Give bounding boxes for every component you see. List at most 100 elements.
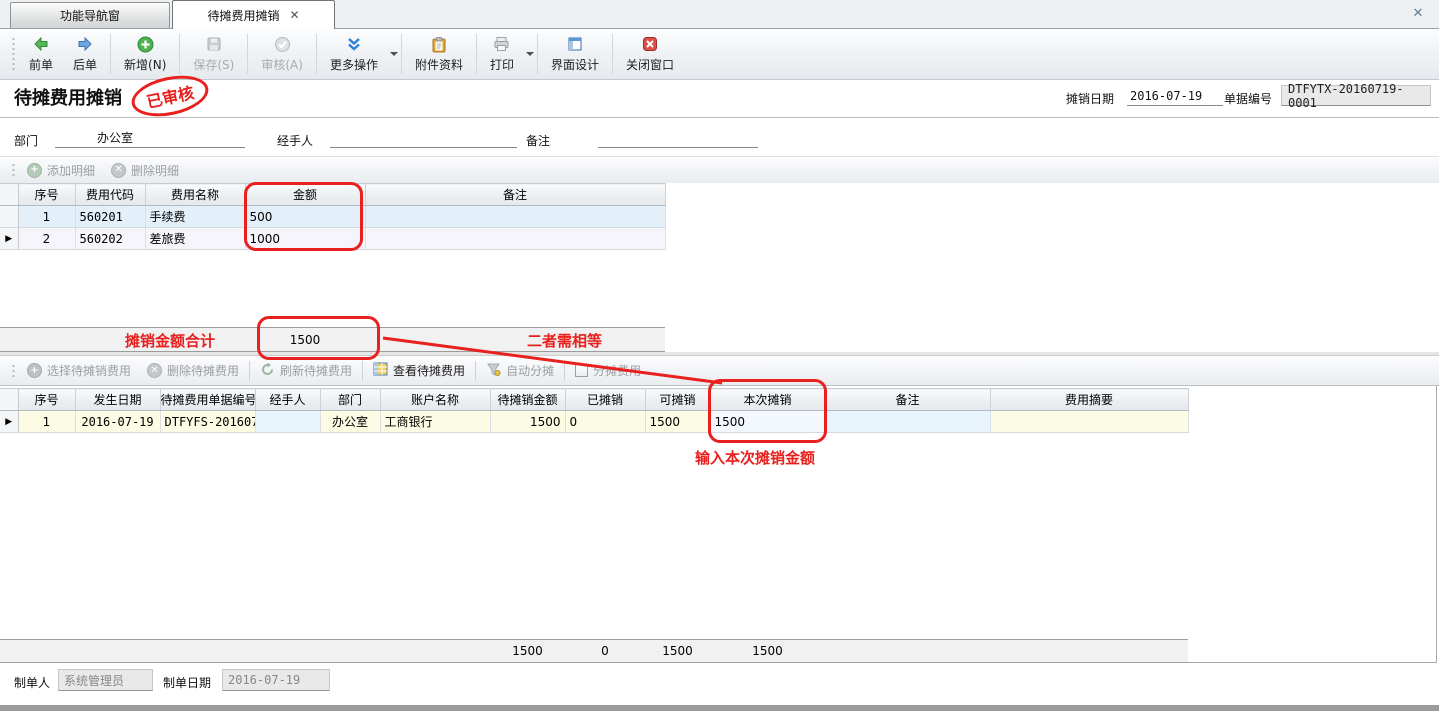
ui-design-button[interactable]: 界面设计 [541,29,609,79]
check-circle-icon [273,36,291,53]
col-header-dept[interactable]: 部门 [320,389,380,411]
print-button[interactable]: 打印 [480,36,524,73]
col-header-seq[interactable]: 序号 [18,389,75,411]
plus-circle-icon: + [27,363,42,378]
toolbar-separator [247,34,248,74]
detail-table: 序号 费用代码 费用名称 金额 备注 1 560201 手续费 500 ▶ 2 … [0,183,666,250]
printer-icon [493,36,511,53]
col-header-remark[interactable]: 备注 [825,389,990,411]
refresh-pending-expense-button[interactable]: 刷新待摊费用 [252,362,360,380]
close-red-icon [641,36,659,53]
total-available: 1500 [645,640,710,662]
col-header-seq[interactable]: 序号 [18,184,75,206]
save-button[interactable]: 保存(S) [183,29,244,79]
detail-grid-panel: 序号 费用代码 费用名称 金额 备注 1 560201 手续费 500 ▶ 2 … [0,183,1439,352]
clipboard-icon [430,36,448,53]
detail-total-amount: 1500 [245,328,365,351]
auto-allocate-button[interactable]: 自动分摊 [478,362,562,380]
plus-circle-icon: + [27,163,42,178]
col-header-remark[interactable]: 备注 [365,184,665,206]
handler-label: 经手人 [277,132,313,149]
dept-field[interactable]: 办公室 [55,128,245,148]
toolbar-separator [564,361,565,381]
audit-button[interactable]: 审核(A) [251,29,313,79]
arrow-right-icon [76,36,94,53]
x-circle-icon: ✕ [147,363,162,378]
attachments-button[interactable]: 附件资料 [405,29,473,79]
tab-close-icon[interactable]: ✕ [289,8,299,22]
window-close-icon[interactable]: ✕ [1409,4,1427,22]
toolbar-grip [11,35,16,73]
creator-label: 制单人 [14,674,50,691]
more-actions-button[interactable]: 更多操作 [320,36,388,73]
col-header-current[interactable]: 本次摊销 [710,389,825,411]
col-header-date[interactable]: 发生日期 [75,389,160,411]
grid-icon [373,362,388,379]
toolbar-separator [110,34,111,74]
view-pending-expense-button[interactable]: 查看待摊费用 [365,362,473,379]
row-indicator-header [0,184,18,206]
amort-toolbar: + 选择待摊销费用 ✕ 删除待摊费用 刷新待摊费用 查看待摊费用 自动分摊 [0,356,1439,386]
col-header-docno[interactable]: 待摊费用单据编号 [160,389,255,411]
doc-no-label: 单据编号 [1224,90,1272,107]
remove-detail-button[interactable]: ✕ 删除明细 [103,162,187,179]
select-pending-expense-button[interactable]: + 选择待摊销费用 [19,362,139,379]
amort-grid-footer: 1500 0 1500 1500 [0,639,1188,663]
arrow-left-icon [32,36,50,53]
main-toolbar: 前单 后单 新增(N) 保存(S) 审核(A) [0,28,1439,80]
toolbar-separator [476,34,477,74]
col-header-summary[interactable]: 费用摘要 [990,389,1188,411]
total-amortized: 0 [565,640,645,662]
add-detail-button[interactable]: + 添加明细 [19,162,103,179]
table-row[interactable]: ▶ 2 560202 差旅费 1000 [0,228,665,250]
creator-field: 系统管理员 [58,669,153,691]
dropdown-caret-icon[interactable] [526,52,534,56]
tab-nav-window[interactable]: 功能导航窗 [10,2,170,28]
handler-field[interactable] [330,128,517,148]
col-header-amortized[interactable]: 已摊销 [565,389,645,411]
dropdown-caret-icon[interactable] [390,52,398,56]
window-bottom-bar [0,705,1439,711]
detail-header-row: 序号 费用代码 费用名称 金额 备注 [0,184,665,206]
toolbar-grip [11,362,16,380]
divider [0,117,1439,118]
amort-date-field[interactable]: 2016-07-19 [1127,86,1223,106]
page-title: 待摊费用摊销 [14,84,122,110]
create-date-field: 2016-07-19 [222,669,330,691]
toolbar-separator [362,361,363,381]
checkbox-icon [575,364,588,377]
col-header-account[interactable]: 账户名称 [380,389,490,411]
dept-label: 部门 [14,132,38,149]
table-row[interactable]: ▶ 1 2016-07-19 DTFYFS-20160719-00 办公室 工商… [0,411,1188,433]
col-header-code[interactable]: 费用代码 [75,184,145,206]
floppy-icon [205,36,223,53]
current-amort-input-cell[interactable]: 1500 [710,411,825,433]
x-circle-icon: ✕ [111,163,126,178]
col-header-amount[interactable]: 金额 [245,184,365,206]
table-row[interactable]: 1 560201 手续费 500 [0,206,665,228]
current-row-indicator: ▶ [0,228,18,250]
toolbar-separator [475,361,476,381]
remark-label: 备注 [526,132,550,149]
remark-field[interactable] [598,128,758,148]
close-window-button[interactable]: 关闭窗口 [616,29,684,79]
plus-circle-icon [136,36,154,53]
col-header-name[interactable]: 费用名称 [145,184,245,206]
prev-doc-button[interactable]: 前单 [19,29,63,79]
toolbar-separator [612,34,613,74]
toolbar-separator [249,361,250,381]
col-header-pending[interactable]: 待摊销金额 [490,389,565,411]
layout-icon [566,36,584,53]
col-header-available[interactable]: 可摊销 [645,389,710,411]
add-button[interactable]: 新增(N) [114,29,176,79]
double-chevron-down-icon [345,36,363,53]
detail-toolbar: + 添加明细 ✕ 删除明细 [0,156,1439,183]
remove-pending-expense-button[interactable]: ✕ 删除待摊费用 [139,362,247,379]
share-expense-checkbox[interactable]: 分摊费用 [567,362,649,379]
detail-grid-footer: 1500 [0,327,665,352]
toolbar-separator [537,34,538,74]
next-doc-button[interactable]: 后单 [63,29,107,79]
col-header-handler[interactable]: 经手人 [255,389,320,411]
status-bar: 制单人 系统管理员 制单日期 2016-07-19 [0,666,1439,700]
tab-doc[interactable]: 待摊费用摊销 ✕ [172,0,335,29]
